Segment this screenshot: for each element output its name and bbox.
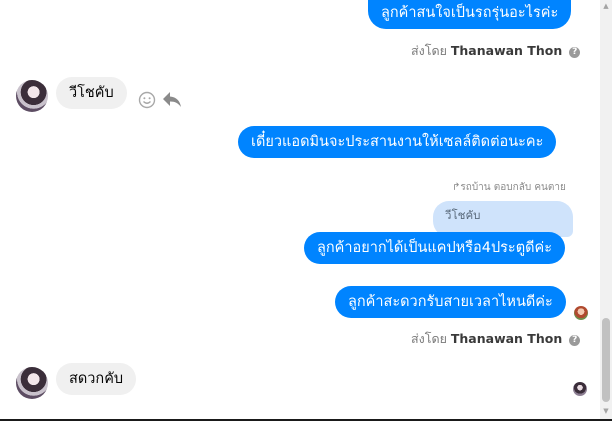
avatar[interactable] [16, 80, 48, 112]
message-outgoing[interactable]: ลูกค้าสะดวกรับสายเวลาไหนดีค่ะ [335, 286, 566, 318]
smile-icon[interactable] [138, 91, 156, 109]
message-text: ลูกค้าสนใจเป็นรถรุ่นอะไรค่ะ [381, 5, 559, 21]
sender-name: Thanawan Thon [450, 43, 563, 58]
sent-by-label: ส่งโดย Thanawan Thon ? [411, 329, 581, 349]
scroll-up-icon[interactable]: ▲ [602, 2, 610, 10]
sender-name: Thanawan Thon [450, 331, 563, 346]
message-thread: ลูกค้าสนใจเป็นรถรุ่นอะไรค่ะ ส่งโดย Thana… [0, 0, 600, 419]
avatar[interactable] [16, 367, 48, 399]
message-outgoing[interactable]: ลูกค้าอยากได้เป็นแคปหรือ4ประตูดีค่ะ [304, 232, 566, 264]
message-incoming[interactable]: วีโชคับ [56, 77, 127, 109]
reply-arrow-icon[interactable] [162, 90, 182, 108]
message-text: ลูกค้าสะดวกรับสายเวลาไหนดีค่ะ [348, 294, 553, 310]
seen-avatar [574, 306, 588, 320]
message-text: ลูกค้าอยากได้เป็นแคปหรือ4ประตูดีค่ะ [317, 240, 553, 256]
scroll-down-icon[interactable]: ▼ [602, 407, 610, 415]
scrollbar-thumb[interactable] [602, 318, 610, 402]
scrollbar[interactable]: ▲ ▼ [600, 0, 612, 419]
sent-by-prefix: ส่งโดย [411, 43, 447, 58]
sent-by-prefix: ส่งโดย [411, 331, 447, 346]
sent-by-label: ส่งโดย Thanawan Thon ? [411, 41, 581, 61]
message-text: เดี๋ยวแอดมินจะประสานงานให้เซลล์ติดต่อนะค… [251, 134, 544, 150]
reply-quote-text: วีโชคับ [445, 208, 481, 222]
message-text: วีโชคับ [69, 85, 114, 101]
reply-indicator: ↱รถบ้าน ตอบกลับ คนตาย [452, 180, 566, 195]
info-icon[interactable]: ? [569, 335, 581, 346]
reply-meta-text: รถบ้าน ตอบกลับ คนตาย [460, 182, 566, 193]
seen-avatar [573, 382, 587, 396]
message-incoming[interactable]: สดวกคับ [56, 363, 137, 395]
message-outgoing[interactable]: เดี๋ยวแอดมินจะประสานงานให้เซลล์ติดต่อนะค… [238, 126, 557, 158]
message-text: สดวกคับ [69, 371, 124, 387]
info-icon[interactable]: ? [569, 47, 581, 58]
message-outgoing[interactable]: ลูกค้าสนใจเป็นรถรุ่นอะไรค่ะ [368, 0, 572, 29]
